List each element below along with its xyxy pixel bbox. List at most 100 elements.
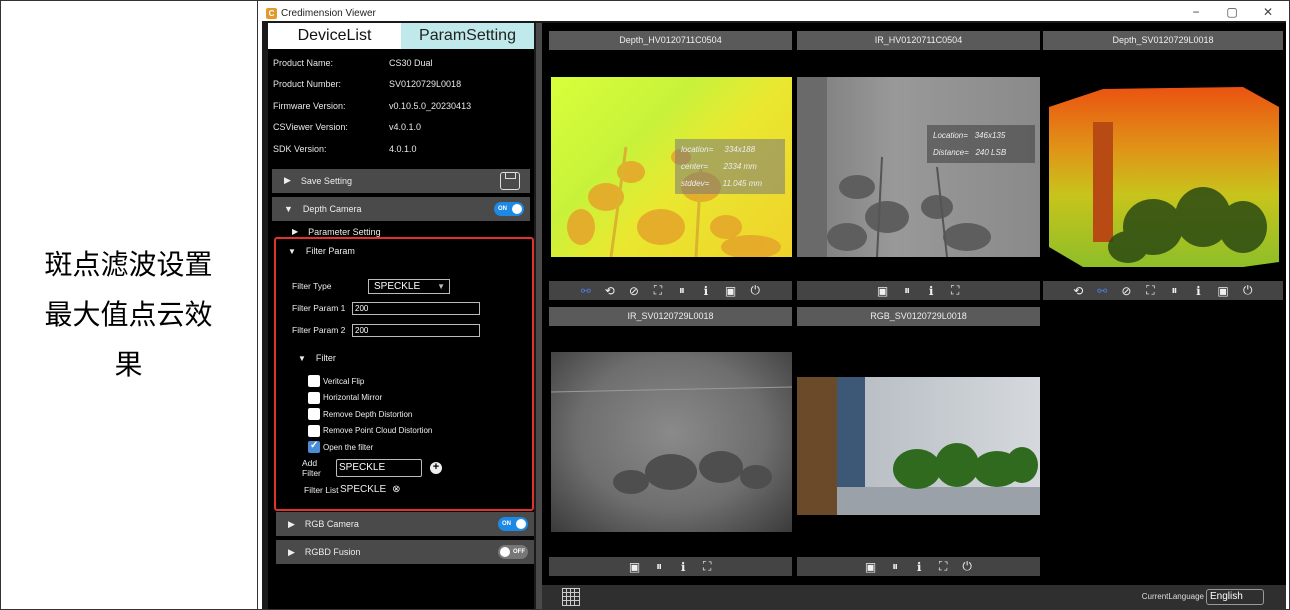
plant-silhouette [797, 77, 991, 257]
depth-camera-toggle[interactable]: ON [494, 201, 524, 216]
rgb-image[interactable] [797, 377, 1040, 515]
checkbox-row[interactable]: Remove Point Cloud Distortion [276, 423, 532, 440]
fullscreen-icon[interactable]: ⛶ [702, 559, 712, 574]
close-button[interactable]: ✕ [1250, 5, 1286, 21]
filter-param2-label: Filter Param 2 [292, 325, 346, 335]
info-row: Product Number: SV0120729L0018 [268, 74, 534, 96]
ir-image-sv[interactable] [551, 352, 792, 532]
minimize-button[interactable]: − [1178, 5, 1214, 21]
rgbd-fusion-toggle[interactable]: OFF [498, 545, 528, 559]
fullscreen-icon[interactable]: ⛶ [653, 283, 663, 298]
filter-list-row: Filter List SPECKLE ⊗ [276, 480, 532, 500]
expand-arrow-icon: ▶ [284, 175, 291, 185]
ir-image[interactable]: Location= 346x135 Distance= 240 LSB [797, 77, 1040, 257]
tab-device-list[interactable]: DeviceList [268, 23, 401, 49]
hide-icon[interactable]: ⊘ [629, 284, 639, 298]
readout-label: stddev= [681, 179, 710, 188]
info-icon[interactable]: ℹ [1193, 284, 1203, 298]
filter-param2-row: Filter Param 2 200 [276, 319, 532, 341]
info-icon[interactable]: ℹ [678, 560, 688, 574]
pause-icon[interactable]: ⏸ [890, 559, 900, 574]
add-filter-input[interactable]: SPECKLE [336, 458, 422, 477]
fullscreen-icon[interactable]: ⛶ [950, 283, 960, 298]
filter-type-select[interactable]: SPECKLE [368, 278, 450, 294]
point-cloud-image[interactable] [1043, 77, 1283, 272]
toggle-knob [512, 203, 522, 214]
checkbox-row[interactable]: Remove Depth Distortion [276, 406, 532, 423]
checkbox-checked[interactable] [308, 440, 320, 454]
checkbox-row[interactable]: Open the filter [276, 439, 532, 456]
language-select[interactable]: English [1206, 589, 1264, 605]
hide-icon[interactable]: ⊘ [1121, 284, 1131, 298]
rgb-camera-toggle[interactable]: ON [498, 517, 528, 531]
filter-param2-input[interactable]: 200 [352, 323, 480, 337]
checkbox[interactable] [308, 375, 320, 388]
readout-value: 346x135 [974, 131, 1006, 140]
save-icon[interactable]: ▣ [629, 560, 640, 574]
status-bar: CurrentLanguage English [542, 585, 1286, 609]
view-toolbar: ▣ ⏸ ℹ ⛶ [797, 281, 1040, 300]
filter-param1-row: Filter Param 1 200 [276, 297, 532, 319]
save-icon[interactable]: ▣ [725, 284, 736, 298]
depth-image[interactable]: location= 334x188 center= 2334 mm stddev… [551, 77, 792, 257]
remove-filter-icon[interactable]: ⊗ [392, 484, 400, 495]
info-icon[interactable]: ℹ [914, 560, 924, 574]
view-toolbar: ⟲ ⚯ ⊘ ⛶ ⏸ ℹ ▣ ⏻ [1043, 281, 1283, 300]
app-logo-icon: C [266, 7, 277, 19]
fullscreen-icon[interactable]: ⛶ [938, 559, 948, 574]
section-rgb-camera[interactable]: ▶ RGB Camera ON [276, 512, 534, 536]
checkbox-row[interactable]: Horizontal Mirror [276, 390, 532, 407]
checkbox-label: Remove Depth Distortion [323, 409, 413, 419]
maximize-button[interactable]: ▢ [1214, 5, 1250, 21]
save-icon[interactable] [500, 171, 520, 190]
checkbox[interactable] [308, 408, 320, 421]
view-toolbar: ▣ ⏸ ℹ ⛶ [549, 557, 792, 576]
power-icon[interactable]: ⏻ [750, 283, 761, 298]
pause-icon[interactable]: ⏸ [677, 283, 687, 298]
add-icon[interactable]: + [430, 461, 442, 474]
power-icon[interactable]: ⏻ [1243, 283, 1253, 298]
filter-param1-input[interactable]: 200 [352, 301, 480, 315]
section-save-setting[interactable]: ▶ Save Setting [272, 168, 530, 193]
info-icon[interactable]: ℹ [926, 284, 936, 298]
readout-value: 11.045 mm [722, 179, 763, 188]
office-scene [797, 377, 1040, 515]
caption-line-3: 果 [114, 348, 143, 381]
section-depth-camera[interactable]: ▼ Depth Camera ON [272, 196, 530, 221]
save-icon[interactable]: ▣ [865, 560, 876, 574]
info-value: SV0120729L0018 [389, 79, 462, 90]
fullscreen-icon[interactable]: ⛶ [1145, 283, 1155, 298]
subsection-label: Filter [315, 353, 336, 363]
pause-icon[interactable]: ⏸ [1169, 283, 1179, 298]
caption-line-1: 斑点滤波设置 [44, 248, 213, 281]
info-icon[interactable]: ℹ [701, 284, 711, 298]
power-icon[interactable]: ⏻ [962, 559, 972, 574]
tab-param-setting[interactable]: ParamSetting [401, 23, 534, 49]
subsection-filter[interactable]: ▼ Filter [276, 347, 532, 369]
expand-arrow-icon: ▶ [288, 546, 295, 557]
info-row: Product Name: CS30 Dual [268, 52, 534, 74]
checkbox[interactable] [308, 391, 320, 404]
link-icon[interactable]: ⚯ [1097, 284, 1107, 298]
table-divider [257, 0, 258, 610]
panel-splitter[interactable] [536, 23, 542, 609]
readout-label: Distance= [933, 148, 969, 157]
checkbox[interactable] [308, 424, 320, 437]
subsection-filter-param[interactable]: ▼ Filter Param [276, 239, 532, 263]
filter-type-label: Filter Type [292, 281, 332, 291]
app-window: C Credimension Viewer − ▢ ✕ DeviceList P… [262, 5, 1286, 609]
save-icon[interactable]: ▣ [1217, 284, 1228, 298]
grid-layout-icon[interactable] [562, 588, 580, 606]
checkbox-row[interactable]: Veritcal Flip [276, 373, 532, 390]
rotate-icon[interactable]: ⟲ [605, 284, 615, 298]
info-key: Product Number: [273, 79, 342, 90]
section-rgbd-fusion[interactable]: ▶ RGBD Fusion OFF [276, 540, 534, 564]
title-bar: C Credimension Viewer − ▢ ✕ [262, 5, 1286, 21]
pause-icon[interactable]: ⏸ [654, 559, 664, 574]
info-row: Firmware Version: v0.10.5.0_20230413 [268, 95, 534, 117]
rotate-icon[interactable]: ⟲ [1073, 284, 1083, 298]
subsection-label: Filter Param [305, 246, 355, 256]
pause-icon[interactable]: ⏸ [902, 283, 912, 298]
link-icon[interactable]: ⚯ [581, 284, 591, 298]
save-icon[interactable]: ▣ [877, 284, 888, 298]
